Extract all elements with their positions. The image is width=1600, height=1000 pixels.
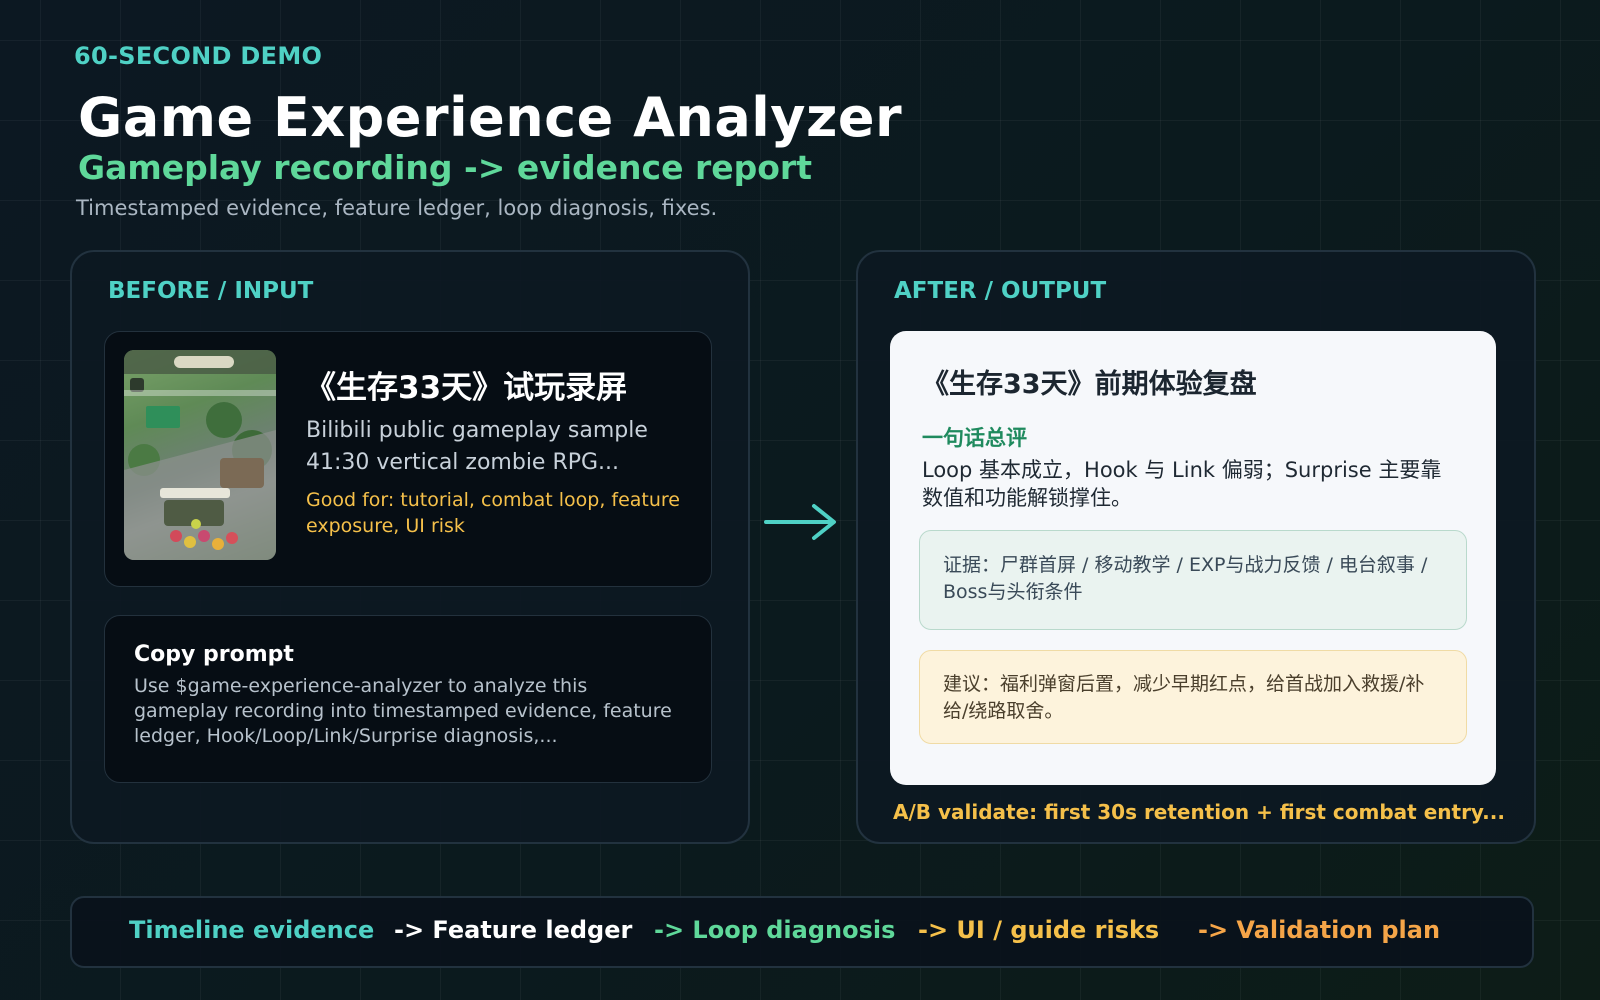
input-panel-label: BEFORE / INPUT <box>108 278 314 304</box>
summary-text: Loop 基本成立，Hook 与 Link 偏弱；Surprise 主要靠数值和… <box>922 458 1442 510</box>
ab-validate-note: A/B validate: first 30s retention + firs… <box>893 800 1505 824</box>
pipeline-step-loop-diagnosis: -> Loop diagnosis <box>654 916 896 944</box>
pipeline-step-feature-ledger: -> Feature ledger <box>394 916 633 944</box>
copy-prompt-body: Use $game-experience-analyzer to analyze… <box>134 675 672 747</box>
output-panel-label: AFTER / OUTPUT <box>894 278 1107 304</box>
gameplay-thumbnail-art <box>124 350 276 560</box>
recording-subtitle: Bilibili public gameplay sample 41:30 ve… <box>306 418 648 475</box>
report-title: 《生存33天》前期体验复盘 <box>922 369 1257 400</box>
summary-label: 一句话总评 <box>922 426 1027 450</box>
pipeline-step-validation-plan: -> Validation plan <box>1198 916 1441 944</box>
gameplay-thumbnail[interactable] <box>124 350 276 560</box>
demo-eyebrow: 60-SECOND DEMO <box>74 42 323 70</box>
arrow-right-icon <box>762 500 842 544</box>
pipeline-step-ui-risks: -> UI / guide risks <box>918 916 1160 944</box>
page-description: Timestamped evidence, feature ledger, lo… <box>76 196 718 220</box>
recording-title: 《生存33天》试玩录屏 <box>305 370 628 406</box>
advice-text: 建议：福利弹窗后置，减少早期红点，给首战加入救援/补给/绕路取舍。 <box>943 673 1425 722</box>
copy-prompt-title: Copy prompt <box>134 642 294 667</box>
page-title: Game Experience Analyzer <box>78 86 903 149</box>
pipeline-step-timeline: Timeline evidence <box>129 916 375 944</box>
evidence-text: 证据：尸群首屏 / 移动教学 / EXP与战力反馈 / 电台叙事 / Boss与… <box>943 554 1428 603</box>
recording-good-for: Good for: tutorial, combat loop, feature… <box>306 489 680 537</box>
page-subtitle: Gameplay recording -> evidence report <box>78 148 812 187</box>
